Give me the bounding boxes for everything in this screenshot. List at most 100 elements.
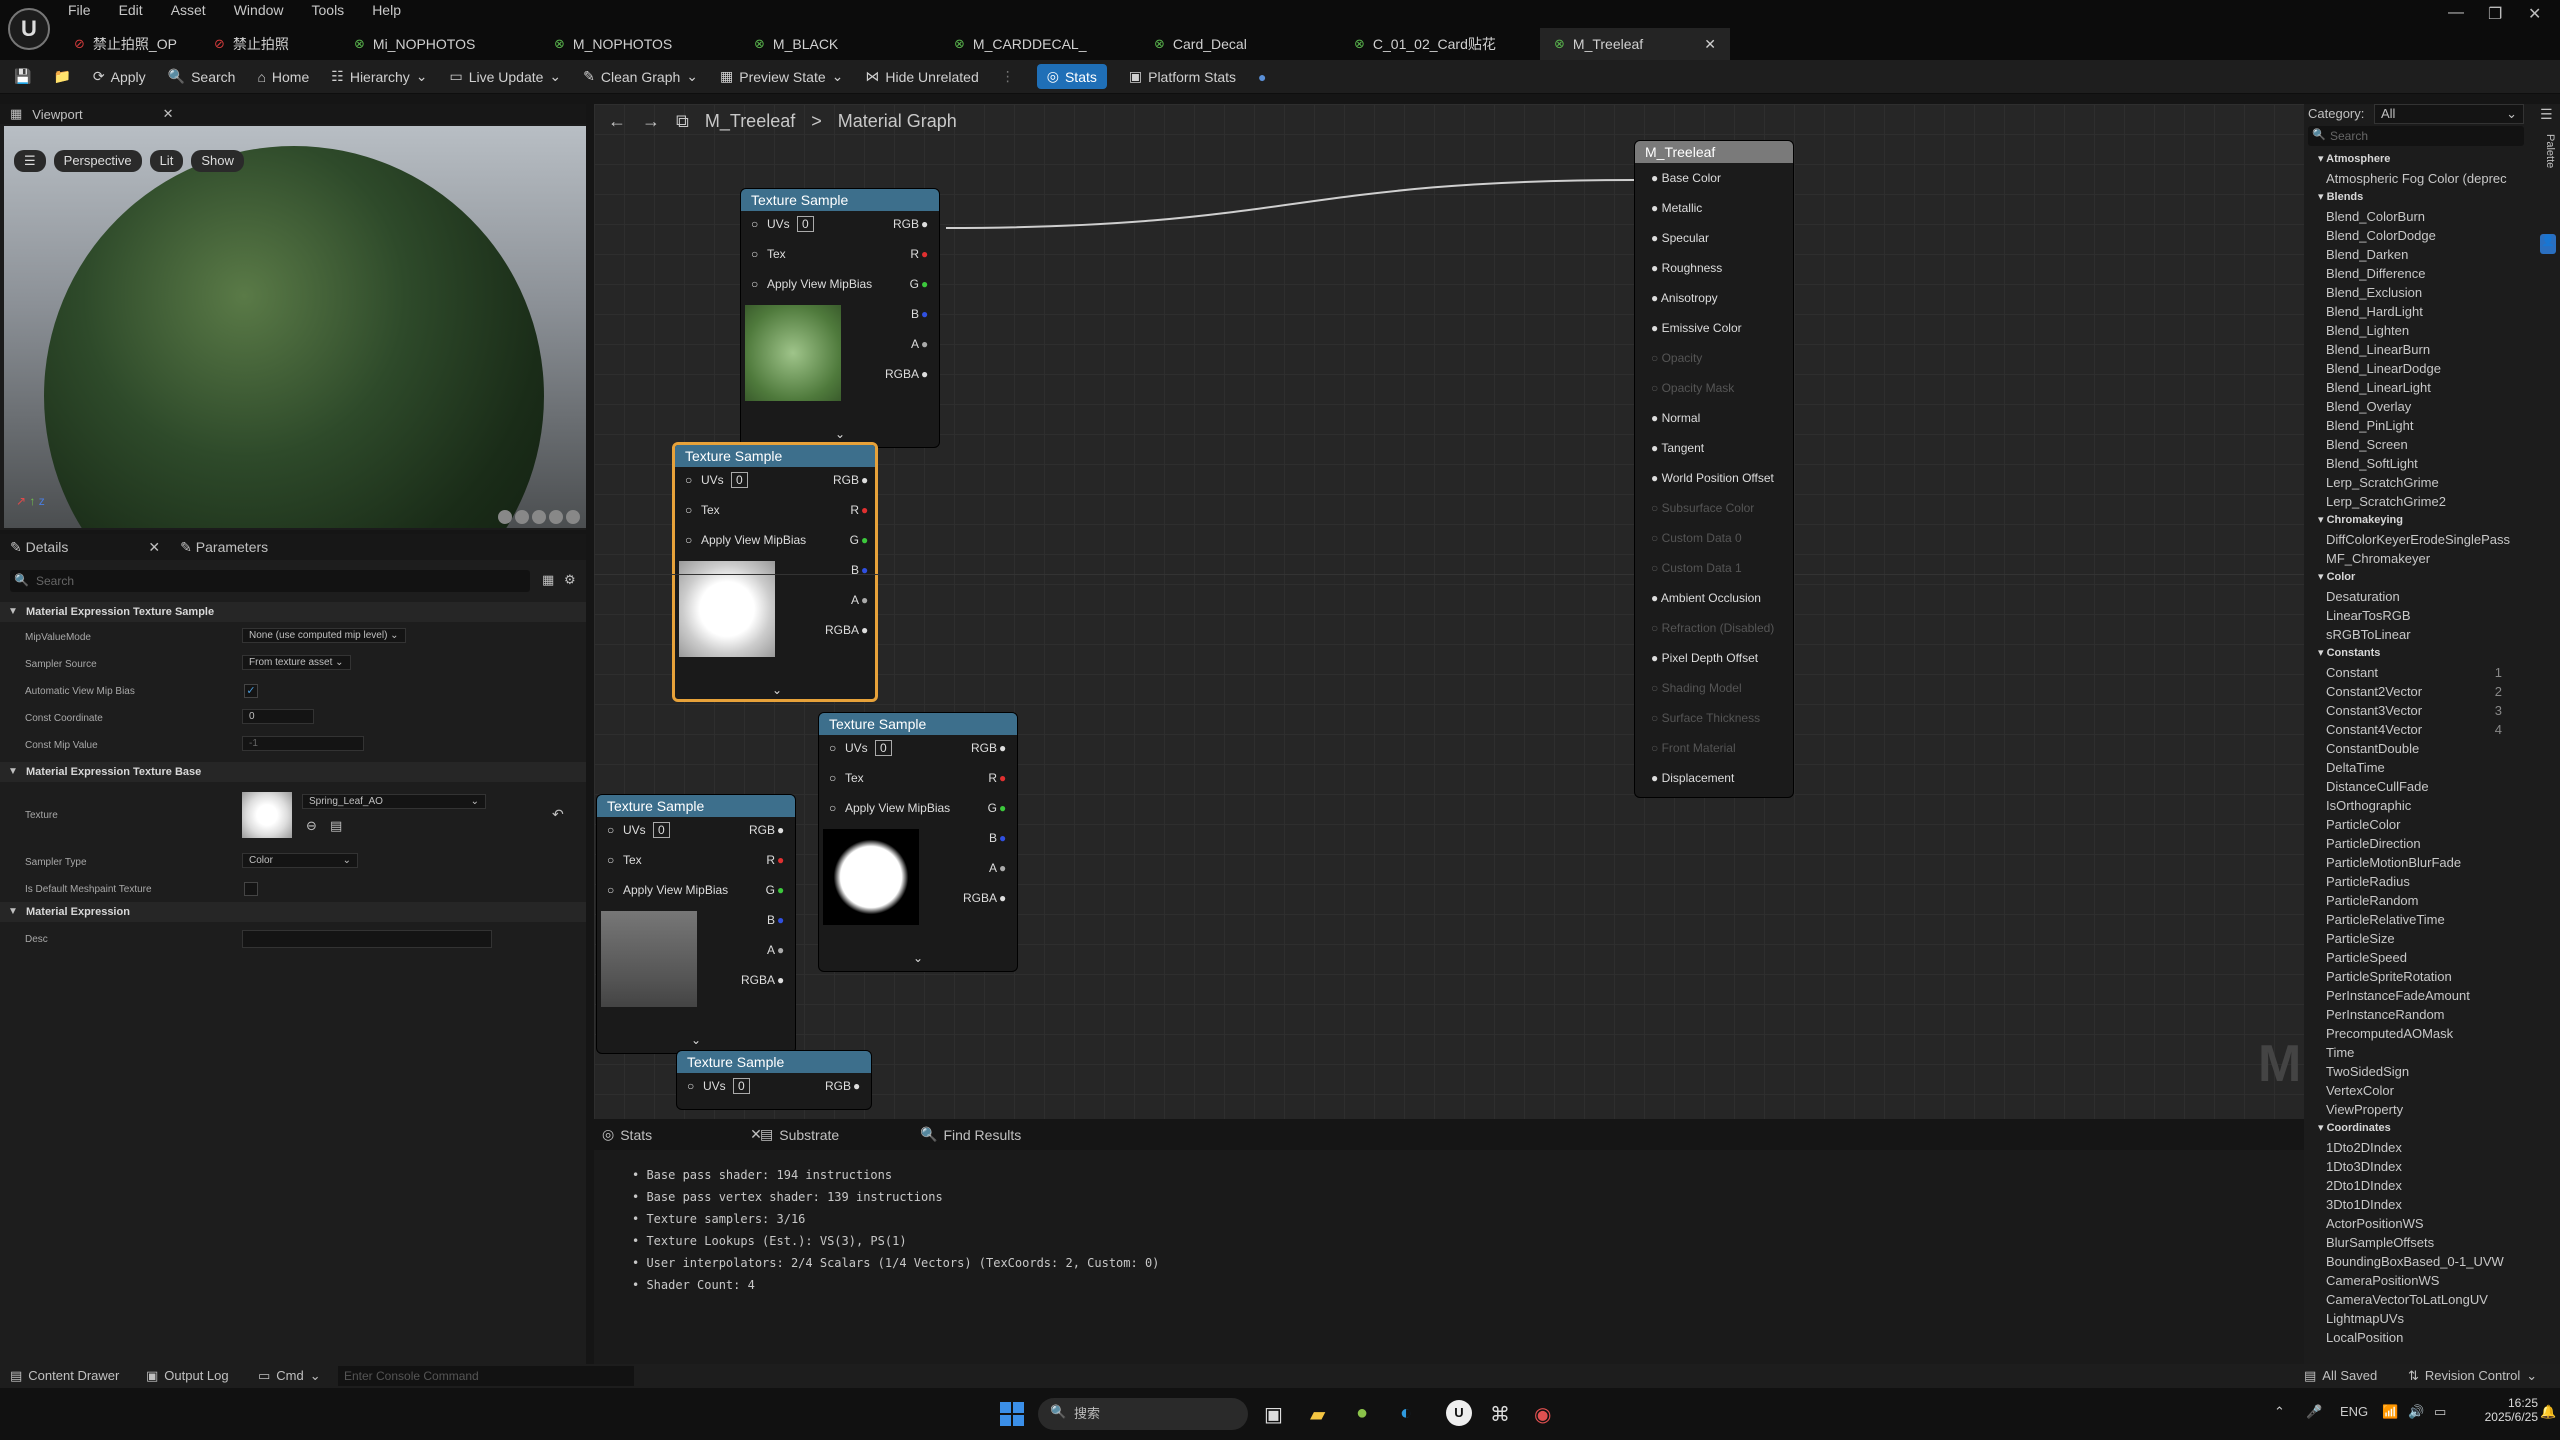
palette-item[interactable]: Blend_ColorBurn (2304, 207, 2530, 226)
all-saved-button[interactable]: ▤ All Saved (2304, 1368, 2377, 1384)
doc-tab[interactable]: ⊗ M_BLACK (740, 28, 940, 60)
output-pin-a[interactable]: ● (777, 943, 784, 957)
unreal-logo[interactable]: U (8, 8, 50, 50)
tex-pin-icon[interactable]: ○ (829, 771, 836, 785)
texture-thumbnail[interactable] (242, 792, 292, 838)
minimize-icon[interactable]: — (2448, 4, 2464, 22)
palette-item[interactable]: BoundingBoxBased_0-1_UVW (2304, 1252, 2530, 1271)
tex-pin-icon[interactable]: ○ (751, 247, 758, 261)
output-pin-specular[interactable]: ● Specular (1651, 231, 1709, 245)
tab-find-results[interactable]: 🔍 Find Results (920, 1126, 1021, 1143)
app2-icon[interactable]: ⌘ (1490, 1402, 1510, 1427)
const-mip-input[interactable]: -1 (242, 736, 364, 751)
palette-item[interactable]: Blend_ColorDodge (2304, 226, 2530, 245)
palette-item[interactable]: LocalPosition (2304, 1328, 2530, 1347)
tab-stats[interactable]: ◎ Stats ✕ (602, 1126, 762, 1143)
palette-item[interactable]: Constant2Vector 2 (2304, 682, 2530, 701)
palette-item[interactable]: Blend_Screen (2304, 435, 2530, 454)
chevron-down-icon[interactable]: ⌄ (772, 683, 782, 697)
cube-shape-icon[interactable] (549, 510, 563, 524)
palette-item[interactable]: Blend_Difference (2304, 264, 2530, 283)
hide-unrelated-button[interactable]: ⋈ Hide Unrelated (865, 68, 978, 85)
section-texture-base[interactable]: Material Expression Texture Base (0, 762, 586, 782)
output-pin-displacement[interactable]: ● Displacement (1651, 771, 1734, 785)
mipbias-pin-icon[interactable]: ○ (829, 801, 836, 815)
doc-tab[interactable]: ⊘ 禁止拍照_OP (60, 28, 200, 60)
menu-tools[interactable]: Tools (312, 2, 345, 18)
perspective-button[interactable]: Perspective (53, 150, 142, 172)
browse-icon[interactable]: 📁 (53, 68, 70, 85)
viewport-tab[interactable]: ▦ Viewport ✕ (0, 104, 586, 124)
texture-asset-dropdown[interactable]: Spring_Leaf_AO ⌄ (302, 794, 486, 809)
show-button[interactable]: Show (191, 150, 244, 172)
palette-item[interactable]: Constant 1 (2304, 663, 2530, 682)
windows-start-icon[interactable] (1000, 1402, 1024, 1426)
palette-category[interactable]: ▾ Color (2304, 568, 2530, 587)
texture-sample-node[interactable]: Texture Sample ○ UVs 0 ○ Tex ○ Apply View MipBi… (672, 442, 878, 702)
output-pin-b[interactable]: ● (999, 831, 1006, 845)
palette-item[interactable]: ViewProperty (2304, 1100, 2530, 1119)
details-search-input[interactable]: Search (10, 570, 530, 592)
palette-item[interactable]: ParticleDirection (2304, 834, 2530, 853)
output-pin-r[interactable]: ● (999, 771, 1006, 785)
palette-item[interactable]: TwoSidedSign (2304, 1062, 2530, 1081)
palette-item[interactable]: LightmapUVs (2304, 1309, 2530, 1328)
palette-item[interactable]: Blend_HardLight (2304, 302, 2530, 321)
revision-control-button[interactable]: ⇅ Revision Control ⌄ (2408, 1368, 2537, 1384)
console-input[interactable]: Enter Console Command (338, 1366, 634, 1386)
close-icon[interactable]: ✕ (148, 539, 160, 556)
palette-item[interactable]: PerInstanceRandom (2304, 1005, 2530, 1024)
platform-stats-button[interactable]: ▣ Platform Stats (1129, 68, 1236, 85)
doc-tab[interactable]: ⊗ M_CARDDECAL_ (940, 28, 1140, 60)
palette-item[interactable]: BlurSampleOffsets (2304, 1233, 2530, 1252)
palette-item[interactable]: LinearTosRGB (2304, 606, 2530, 625)
palette-item[interactable]: ConstantDouble (2304, 739, 2530, 758)
mipbias-pin-icon[interactable]: ○ (685, 533, 692, 547)
palette-item[interactable]: ParticleSpriteRotation (2304, 967, 2530, 986)
mip-value-mode-dropdown[interactable]: None (use computed mip level) ⌄ (242, 628, 406, 643)
uvs-pin-icon[interactable]: ○ (685, 473, 692, 487)
unreal-taskbar-icon[interactable]: U (1446, 1400, 1472, 1426)
auto-mip-bias-checkbox[interactable]: ✓ (244, 684, 258, 698)
palette-item[interactable]: Constant4Vector 4 (2304, 720, 2530, 739)
palette-item[interactable]: PerInstanceFadeAmount (2304, 986, 2530, 1005)
tray-chevron-icon[interactable]: ⌃ (2274, 1404, 2285, 1420)
cmd-dropdown[interactable]: ▭ Cmd ⌄ (258, 1368, 321, 1384)
doc-tab[interactable]: ⊗ Card_Decal (1140, 28, 1340, 60)
uvs-index-input[interactable]: 0 (733, 1078, 750, 1094)
default-meshpaint-checkbox[interactable] (244, 882, 258, 896)
tab-details[interactable]: ✎ Details (10, 539, 68, 556)
palette-category[interactable]: ▾ Atmosphere (2304, 150, 2530, 169)
output-pin-rgb[interactable]: ● (921, 217, 928, 231)
const-coordinate-input[interactable]: 0 (242, 709, 314, 724)
use-selected-icon[interactable]: ⊖ (306, 818, 317, 834)
palette-item[interactable]: ParticleMotionBlurFade (2304, 853, 2530, 872)
tab-substrate[interactable]: ▤ Substrate (760, 1126, 839, 1143)
plane-shape-icon[interactable] (532, 510, 546, 524)
material-output-node[interactable]: M_Treeleaf ● Base Color ● Metallic ● Specu… (1634, 140, 1794, 798)
sampler-type-dropdown[interactable]: Color ⌄ (242, 853, 358, 868)
output-pin-rgb[interactable]: ● (861, 473, 868, 487)
texture-sample-node[interactable]: Texture Sample ○ UVs 0 ○ Tex ○ Apply View MipBi… (818, 712, 1018, 972)
palette-item[interactable]: ParticleSpeed (2304, 948, 2530, 967)
palette-item[interactable]: DeltaTime (2304, 758, 2530, 777)
palette-item[interactable]: DistanceCullFade (2304, 777, 2530, 796)
doc-tab[interactable]: ⊗ Mi_NOPHOTOS (340, 28, 540, 60)
save-icon[interactable]: 💾 (14, 68, 31, 85)
palette-item[interactable]: Time (2304, 1043, 2530, 1062)
palette-item[interactable]: Atmospheric Fog Color (deprec (2304, 169, 2530, 188)
uvs-index-input[interactable]: 0 (653, 822, 670, 838)
uvs-pin-icon[interactable]: ○ (751, 217, 758, 231)
palette-item[interactable]: IsOrthographic (2304, 796, 2530, 815)
menu-asset[interactable]: Asset (171, 2, 206, 18)
output-pin-r[interactable]: ● (921, 247, 928, 261)
app-icon[interactable]: ● (1356, 1402, 1368, 1425)
palette-item[interactable]: Blend_Overlay (2304, 397, 2530, 416)
output-pin-tangent[interactable]: ● Tangent (1651, 441, 1704, 455)
close-icon[interactable]: ✕ (163, 106, 174, 122)
palette-item[interactable]: Blend_LinearLight (2304, 378, 2530, 397)
tex-pin-icon[interactable]: ○ (607, 853, 614, 867)
output-pin-world-position-offset[interactable]: ● World Position Offset (1651, 471, 1774, 485)
palette-item[interactable]: Blend_SoftLight (2304, 454, 2530, 473)
hierarchy-button[interactable]: ☷ Hierarchy ⌄ (331, 68, 427, 85)
